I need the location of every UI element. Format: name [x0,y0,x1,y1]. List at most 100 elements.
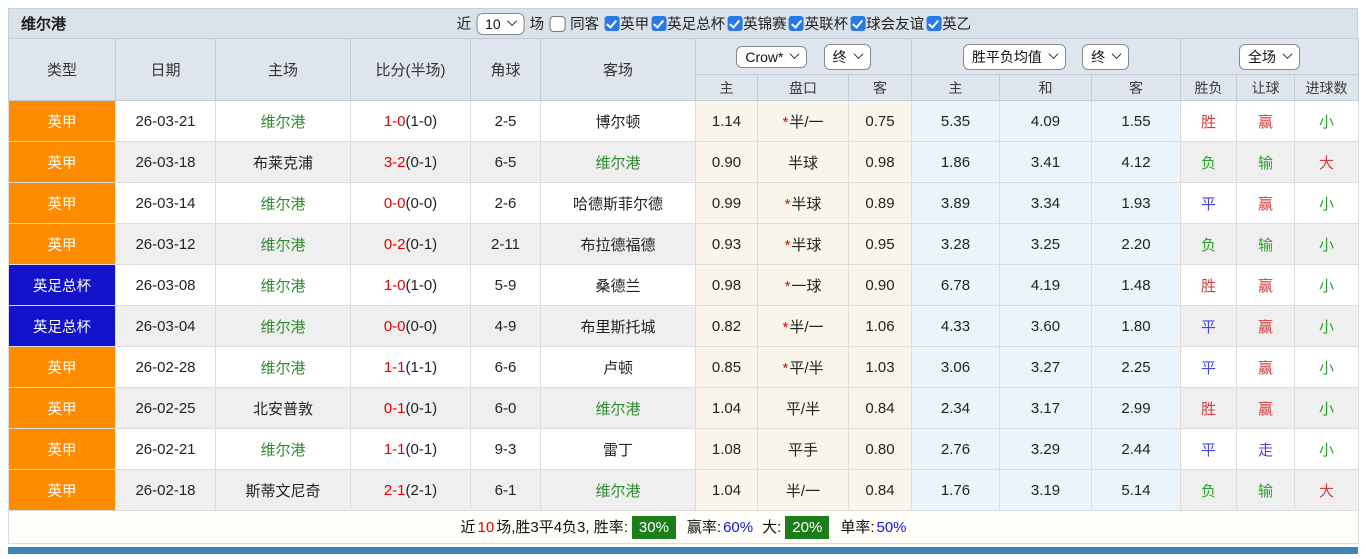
chevron-down-icon [853,48,864,59]
date-cell: 26-02-28 [115,346,216,388]
europe-home-odds-cell: 3.28 [911,223,1000,265]
handicap-result-cell: 赢 [1236,387,1295,429]
home-team-cell: 维尔港 [215,305,351,347]
away-team-cell: 布里斯托城 [540,305,696,347]
asia-home-odds-cell: 0.85 [695,346,758,388]
chevron-down-icon [1111,48,1122,59]
result-cell: 负 [1180,223,1237,265]
league-checkbox-0[interactable] [604,16,620,31]
asia-away-odds-cell: 0.75 [848,100,912,142]
league-checkbox-3[interactable] [788,16,804,31]
home-team-cell: 维尔港 [215,264,351,306]
match-row: 英足总杯 26-03-08 维尔港 1-0(1-0) 5-9 桑德兰 0.98 *一球 0.90… [8,264,1360,306]
match-row: 英甲 26-03-18 布莱克浦 3-2(0-1) 6-5 维尔港 0.90 半球 0.98 1.… [8,141,1360,183]
asia-home-odds-cell: 0.93 [695,223,758,265]
asia-odds-header: Crow* 终 [695,38,912,75]
big-rate-label: 大: [762,518,782,536]
europe-home-odds-cell: 2.76 [911,428,1000,470]
result-scope-header: 全场 [1179,38,1360,75]
date-cell: 26-02-25 [115,387,216,429]
europe-home-odds-cell: 2.34 [911,387,1000,429]
result-cell: 胜 [1180,264,1237,306]
corners-cell: 2-11 [470,223,541,265]
score-cell: 1-1(0-1) [350,428,471,470]
europe-home-odds-cell: 4.33 [911,305,1000,347]
bottom-divider-bar [8,547,1358,554]
handicap-result-cell: 输 [1236,223,1295,265]
goals-result-cell: 小 [1293,346,1360,388]
league-label: 英足总杯 [667,17,726,33]
home-team-cell: 斯蒂文尼奇 [215,469,351,511]
league-checkbox-group: 英甲 英足总杯 英锦赛 英联杯 球会友谊 英乙 [604,13,971,34]
handicap-rate-label: 赢率: [686,518,722,536]
score-cell: 1-1(1-1) [350,346,471,388]
corners-cell: 4-9 [470,305,541,347]
asia-odds-time-select[interactable]: 终 [823,43,871,70]
league-checkbox-4[interactable] [850,16,866,31]
handicap-cell: *半球 [757,182,849,224]
match-row: 英甲 26-02-25 北安普敦 0-1(0-1) 6-0 维尔港 1.04 平/半 0.84 2… [8,387,1360,429]
sub-header: 盘口 [757,74,849,101]
league-checkbox-5[interactable] [926,16,942,31]
away-team-cell: 维尔港 [540,387,696,429]
europe-home-odds-cell: 5.35 [911,100,1000,142]
home-team-cell: 维尔港 [215,100,351,142]
big-rate-badge: 20% [785,515,830,539]
europe-avg-select[interactable]: 胜平负均值 [962,43,1066,70]
recent-count-select[interactable]: 10 [476,12,525,35]
date-cell: 26-03-18 [115,141,216,183]
score-cell: 0-0(0-0) [350,182,471,224]
sub-header: 进球数 [1293,74,1360,101]
score-cell: 3-2(0-1) [350,141,471,183]
corners-cell: 9-3 [470,428,541,470]
asia-away-odds-cell: 0.84 [848,387,912,429]
sub-header: 胜负 [1180,74,1237,101]
handicap-cell: *半/一 [757,305,849,347]
match-history-table: 类型 日期 主场 比分(半场) 角球 客场 Crow* 终 胜平负均值 终 全场… [7,38,1360,544]
goals-result-cell: 大 [1293,469,1360,511]
europe-away-odds-cell: 1.48 [1091,264,1181,306]
europe-away-odds-cell: 1.80 [1091,305,1181,347]
result-cell: 平 [1180,428,1237,470]
summary-recent-label: 近 [460,518,476,536]
asia-away-odds-cell: 1.03 [848,346,912,388]
sub-header: 主 [695,74,758,101]
topbar: 维尔港 近 10 场 同客 英甲 英足总杯 英锦赛 英联杯 球会友谊 英乙 [8,8,1358,38]
summary-record: 场,胜3平4负3, 胜率: [496,518,628,536]
europe-draw-odds-cell: 4.09 [999,100,1092,142]
filter-controls: 近 10 场 同客 英甲 英足总杯 英锦赛 英联杯 球会友谊 英乙 [457,9,971,38]
match-row: 英甲 26-02-28 维尔港 1-1(1-1) 6-6 卢顿 0.85 *平/半 1.03 3.… [8,346,1360,388]
goals-result-cell: 小 [1293,182,1360,224]
asia-home-odds-cell: 0.98 [695,264,758,306]
europe-draw-odds-cell: 3.19 [999,469,1092,511]
score-cell: 0-1(0-1) [350,387,471,429]
handicap-result-cell: 赢 [1236,346,1295,388]
odds-company-select[interactable]: Crow* [736,45,808,68]
asia-away-odds-cell: 0.80 [848,428,912,470]
score-cell: 0-0(0-0) [350,305,471,347]
match-history-panel: 维尔港 近 10 场 同客 英甲 英足总杯 英锦赛 英联杯 球会友谊 英乙 类型 日期 主… [7,8,1360,554]
handicap-cell: 半球 [757,141,849,183]
sub-header: 和 [999,74,1092,101]
col-header-score: 比分(半场) [350,38,471,101]
asia-away-odds-cell: 0.95 [848,223,912,265]
match-row: 英甲 26-02-18 斯蒂文尼奇 2-1(2-1) 6-1 维尔港 1.04 半/一 0.84… [8,469,1360,511]
europe-away-odds-cell: 2.20 [1091,223,1181,265]
sub-header: 客 [848,74,912,101]
europe-odds-time-select[interactable]: 终 [1082,43,1130,70]
goals-result-cell: 小 [1293,428,1360,470]
europe-draw-odds-cell: 4.19 [999,264,1092,306]
corners-cell: 2-6 [470,182,541,224]
team-title: 维尔港 [21,16,67,33]
match-row: 英甲 26-03-21 维尔港 1-0(1-0) 2-5 博尔顿 1.14 *半/一 0.75 5… [8,100,1360,142]
same-venue-checkbox[interactable] [549,15,566,32]
europe-draw-odds-cell: 3.29 [999,428,1092,470]
date-cell: 26-02-18 [115,469,216,511]
europe-away-odds-cell: 2.99 [1091,387,1181,429]
league-checkbox-1[interactable] [651,16,667,31]
away-team-cell: 桑德兰 [540,264,696,306]
league-checkbox-2[interactable] [727,16,743,31]
scope-select[interactable]: 全场 [1239,43,1300,70]
asia-away-odds-cell: 0.84 [848,469,912,511]
asia-home-odds-cell: 1.04 [695,387,758,429]
